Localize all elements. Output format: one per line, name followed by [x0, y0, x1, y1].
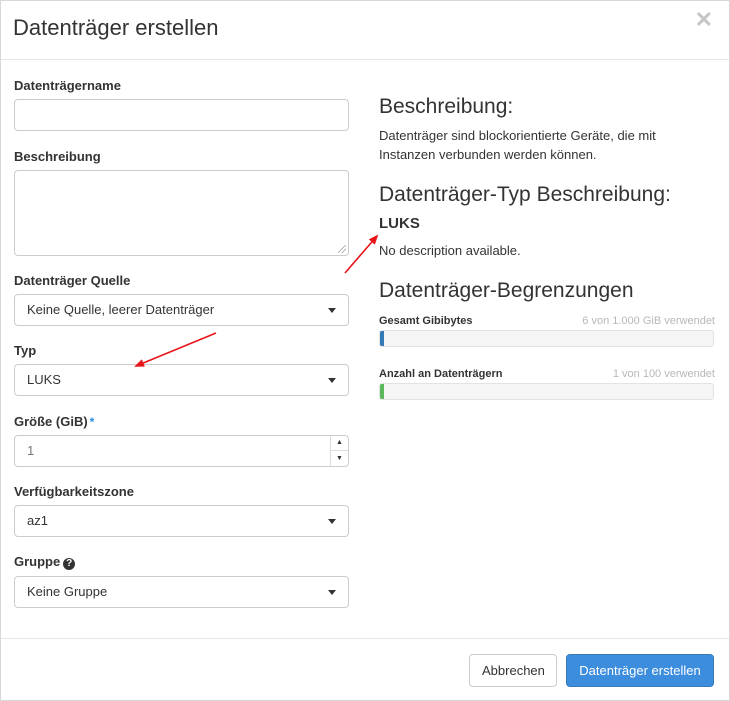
- group-select[interactable]: Keine Gruppe: [14, 576, 349, 608]
- volume-limits-heading: Datenträger-Begrenzungen: [379, 279, 634, 302]
- spin-down-arrow-icon[interactable]: ▼: [331, 451, 348, 466]
- size-label-text: Größe (GiB): [14, 414, 88, 429]
- size-number-input[interactable]: 1 ▲ ▼: [14, 435, 349, 467]
- create-volume-dialog: Datenträger erstellen ✕ Datenträgername …: [0, 0, 730, 701]
- quota-gibibytes-usage: 6 von 1.000 GiB verwendet: [582, 315, 715, 327]
- close-icon[interactable]: ✕: [695, 9, 713, 31]
- availability-zone-label: Verfügbarkeitszone: [14, 484, 134, 499]
- volume-name-input[interactable]: [14, 99, 349, 131]
- size-spinner: ▲ ▼: [330, 436, 348, 466]
- quota-volumes-bar-fill: [380, 384, 384, 399]
- availability-zone-select[interactable]: az1: [14, 505, 349, 537]
- description-text: Datenträger sind blockorientierte Geräte…: [379, 128, 656, 162]
- caret-down-icon: [328, 519, 336, 524]
- group-label: Gruppe?: [14, 554, 76, 570]
- caret-down-icon: [328, 378, 336, 383]
- volume-name-label: Datenträgername: [14, 78, 121, 93]
- quota-volumes-usage: 1 von 100 verwendet: [612, 368, 715, 380]
- volume-type-name: LUKS: [379, 215, 420, 232]
- dialog-title: Datenträger erstellen: [13, 15, 219, 40]
- description-label: Beschreibung: [14, 149, 101, 164]
- volume-source-value: Keine Quelle, leerer Datenträger: [27, 302, 215, 317]
- quota-volumes-label: Anzahl an Datenträgern: [379, 368, 503, 380]
- description-heading: Beschreibung:: [379, 95, 514, 118]
- caret-down-icon: [328, 590, 336, 595]
- group-value: Keine Gruppe: [27, 584, 108, 599]
- dialog-footer: Abbrechen Datenträger erstellen: [1, 638, 729, 701]
- volume-type-value: LUKS: [27, 372, 61, 387]
- question-circle-icon[interactable]: ?: [63, 558, 76, 570]
- description-textarea[interactable]: [14, 170, 349, 256]
- availability-zone-value: az1: [27, 513, 48, 528]
- volume-source-label: Datenträger Quelle: [14, 273, 131, 288]
- group-label-text: Gruppe: [14, 554, 61, 569]
- volume-type-description-heading: Datenträger-Typ Beschreibung:: [379, 183, 671, 206]
- quota-gibibytes-bar: [379, 330, 714, 347]
- quota-gibibytes-label: Gesamt Gibibytes: [379, 315, 473, 327]
- size-value: 1: [27, 443, 35, 458]
- quota-volumes-bar: [379, 383, 714, 400]
- quota-gibibytes-bar-fill: [380, 331, 384, 346]
- required-asterisk: *: [89, 415, 95, 429]
- volume-type-description: No description available.: [379, 243, 521, 258]
- cancel-button[interactable]: Abbrechen: [469, 654, 557, 687]
- resize-grip-icon[interactable]: [338, 245, 346, 253]
- volume-source-select[interactable]: Keine Quelle, leerer Datenträger: [14, 294, 349, 326]
- caret-down-icon: [328, 308, 336, 313]
- size-label: Größe (GiB) *: [14, 414, 94, 430]
- create-volume-button[interactable]: Datenträger erstellen: [566, 654, 714, 687]
- dialog-header: Datenträger erstellen ✕: [1, 1, 729, 60]
- volume-type-label: Typ: [14, 343, 37, 358]
- volume-type-select[interactable]: LUKS: [14, 364, 349, 396]
